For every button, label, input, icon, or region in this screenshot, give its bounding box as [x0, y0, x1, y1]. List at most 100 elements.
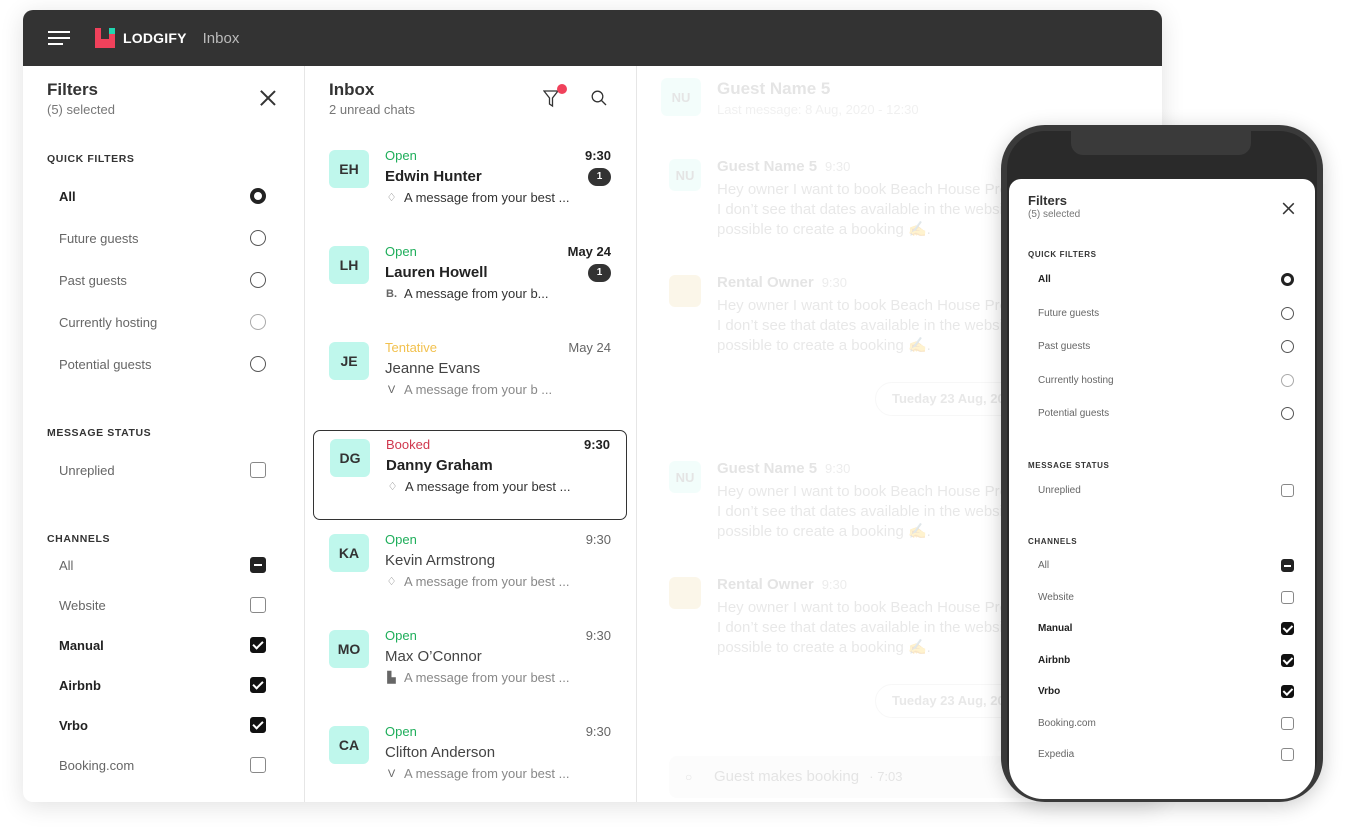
channel-filter-booking-com[interactable]: Booking.com — [47, 745, 280, 785]
checkbox[interactable] — [250, 462, 266, 478]
filter-label: Unreplied — [59, 462, 115, 478]
channel-filter-website[interactable]: Website — [47, 585, 280, 625]
message-time: 9:30 — [583, 437, 610, 452]
conversation-item[interactable]: LH Open Lauren Howell B. A message from your… — [313, 238, 627, 328]
filter-label: Currently hosting — [1038, 374, 1114, 386]
radio-button[interactable] — [250, 314, 266, 330]
conversation-item[interactable]: KA Open Kevin Armstrong ♢ A message from you… — [313, 526, 627, 616]
checkbox[interactable] — [250, 637, 266, 653]
avatar: MO — [329, 630, 369, 668]
channel-filter-airbnb[interactable]: Airbnb — [1028, 645, 1296, 677]
vrbo-icon: V — [387, 383, 396, 396]
channel-list: All Website Manual Airbnb Vrbo Booking.com — [47, 545, 280, 785]
quick-filter-currently-hosting[interactable]: Currently hosting — [47, 301, 280, 343]
quick-filter-past-guests[interactable]: Past guests — [1028, 330, 1296, 364]
avatar: DG — [330, 439, 370, 477]
filters-count: (5) selected — [47, 102, 115, 117]
menu-icon[interactable] — [48, 31, 70, 45]
checkbox[interactable] — [1281, 622, 1294, 636]
radio-button[interactable] — [250, 230, 266, 246]
channel-filter-all[interactable]: All — [1028, 550, 1296, 582]
message-author: Rental Owner 9:30 — [717, 274, 847, 291]
close-icon[interactable] — [260, 90, 276, 106]
app-window: LODGIFY Inbox Filters (5) selected QUICK… — [23, 10, 1162, 802]
close-icon[interactable] — [1283, 203, 1292, 212]
event-time: · 7:03 — [869, 769, 903, 784]
chat-last-message: Last message: 8 Aug, 2020 - 12:30 — [717, 102, 919, 117]
checkbox[interactable] — [1281, 559, 1294, 573]
checkbox[interactable] — [1281, 483, 1294, 497]
chat-header-avatar: NU — [661, 78, 701, 116]
inbox-title: Inbox — [329, 80, 375, 99]
author-name: Rental Owner — [717, 274, 814, 291]
status-filter-unreplied[interactable]: Unreplied — [1028, 474, 1296, 508]
radio-button[interactable] — [1281, 407, 1294, 421]
quick-filter-potential-guests[interactable]: Potential guests — [47, 343, 280, 385]
guest-name: Clifton Anderson — [385, 744, 496, 761]
conversation-status: Open — [385, 724, 417, 739]
unread-badge: 1 — [588, 168, 611, 186]
checkbox[interactable] — [250, 717, 266, 733]
channel-filter-website[interactable]: Website — [1028, 582, 1296, 614]
radio-button[interactable] — [1281, 340, 1294, 354]
manual-icon: ▙ — [387, 672, 396, 684]
channel-filter-all[interactable]: All — [47, 545, 280, 585]
channel-filter-manual[interactable]: Manual — [1028, 613, 1296, 645]
checkbox[interactable] — [1281, 590, 1294, 604]
top-bar: LODGIFY Inbox — [23, 10, 1162, 66]
filter-label: Unreplied — [1038, 484, 1081, 496]
quick-filter-currently-hosting[interactable]: Currently hosting — [1028, 364, 1296, 398]
message-line: I don’t see that dates available in the … — [717, 619, 1004, 636]
message-text: A message from your best ... — [404, 574, 570, 589]
radio-button[interactable] — [250, 272, 266, 288]
author-name: Guest Name 5 — [717, 158, 818, 175]
unread-badge: 1 — [588, 264, 611, 282]
conversation-item[interactable]: EH Open Edwin Hunter ♢ A message from your b… — [313, 142, 627, 232]
radio-button[interactable] — [250, 188, 266, 204]
checkbox[interactable] — [1281, 716, 1294, 730]
checkbox[interactable] — [250, 557, 266, 573]
radio-button[interactable] — [1281, 306, 1294, 320]
radio-button[interactable] — [1281, 273, 1294, 287]
checkbox[interactable] — [1281, 653, 1294, 667]
radio-button[interactable] — [250, 356, 266, 372]
conversation-item[interactable]: JE Tentative Jeanne Evans V A message from y… — [313, 334, 627, 424]
chat-header-name: Guest Name 5 — [717, 79, 831, 98]
conversation-item[interactable]: DG Booked Danny Graham ♢ A message from your… — [313, 430, 627, 520]
checkbox[interactable] — [250, 757, 266, 773]
filter-label: All — [1038, 274, 1051, 286]
conversation-item[interactable]: CA Open Clifton Anderson V A message from yo… — [313, 718, 627, 802]
channel-filter-manual[interactable]: Manual — [47, 625, 280, 665]
quick-filter-past-guests[interactable]: Past guests — [47, 259, 280, 301]
channel-filter-airbnb[interactable]: Airbnb — [47, 665, 280, 705]
conversation-status: Open — [385, 532, 417, 547]
channel-filter-expedia[interactable]: Expedia — [1028, 739, 1296, 771]
channel-filter-booking-com[interactable]: Booking.com — [1028, 708, 1296, 740]
radio-button[interactable] — [1281, 373, 1294, 387]
filter-label: Past guests — [1038, 341, 1091, 353]
search-icon[interactable] — [591, 90, 607, 106]
status-filter-unreplied[interactable]: Unreplied — [47, 449, 280, 491]
message-time: 9:30 — [825, 159, 851, 174]
checkbox[interactable] — [1281, 685, 1294, 699]
quick-filter-all[interactable]: All — [1028, 263, 1296, 297]
conversation-item[interactable]: MO Open Max O’Connor ▙ A message from your b… — [313, 622, 627, 712]
conversation-status: Booked — [386, 437, 431, 452]
filter-icon[interactable] — [543, 90, 559, 108]
vrbo-icon: V — [387, 767, 396, 780]
message-text: A message from your best ... — [404, 670, 570, 685]
quick-filter-future-guests[interactable]: Future guests — [1028, 297, 1296, 331]
checkbox[interactable] — [250, 597, 266, 613]
quick-filter-all[interactable]: All — [47, 175, 280, 217]
checkbox[interactable] — [1281, 748, 1294, 762]
channels-heading: CHANNELS — [1028, 537, 1078, 546]
message-preview: B. A message from your b... — [385, 286, 549, 301]
channel-filter-vrbo[interactable]: Vrbo — [47, 705, 280, 745]
quick-filters-heading: QUICK FILTERS — [1028, 250, 1097, 259]
avatar: LH — [329, 246, 369, 284]
quick-filter-potential-guests[interactable]: Potential guests — [1028, 397, 1296, 431]
quick-filter-future-guests[interactable]: Future guests — [47, 217, 280, 259]
checkbox[interactable] — [250, 677, 266, 693]
channel-filter-vrbo[interactable]: Vrbo — [1028, 676, 1296, 708]
filter-active-dot — [557, 84, 567, 94]
